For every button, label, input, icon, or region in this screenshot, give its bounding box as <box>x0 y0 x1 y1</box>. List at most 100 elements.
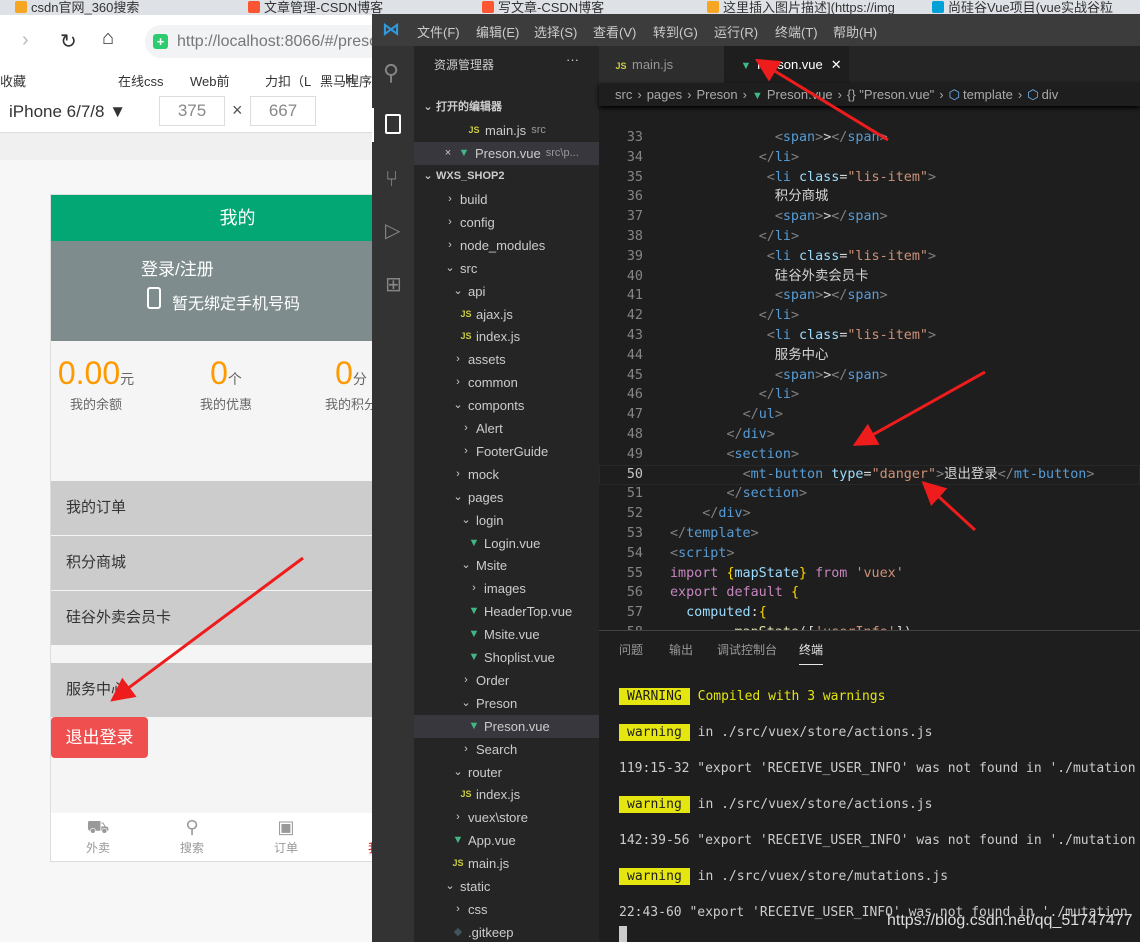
source-control-icon[interactable]: ⑂ <box>385 166 398 192</box>
browser-tab[interactable]: 尚硅谷Vue项目(vue实战谷粒 <box>932 0 1113 15</box>
panel-tab[interactable]: 终端 <box>799 641 824 665</box>
nav-item[interactable]: ⛟ 外卖 <box>68 817 128 856</box>
breadcrumb-item[interactable]: Preson.vue <box>767 87 833 102</box>
breadcrumb-item[interactable]: {} "Preson.vue" <box>847 87 934 102</box>
file-tree-item[interactable]: ▼ Login.vue <box>414 532 599 555</box>
file-tree-item[interactable]: ▼ App.vue <box>414 829 599 852</box>
breadcrumb-item[interactable]: pages <box>647 87 682 102</box>
menu-item[interactable]: 运行(R) <box>714 22 758 41</box>
code-line[interactable]: 46 </li> <box>599 385 1140 405</box>
code-line[interactable]: 38 </li> <box>599 227 1140 247</box>
file-tree-item[interactable]: › Order <box>414 669 599 692</box>
menu-item[interactable]: 选择(S) <box>534 22 577 41</box>
file-tree-item[interactable]: ▼ HeaderTop.vue <box>414 600 599 623</box>
code-line[interactable]: 34 </li> <box>599 148 1140 168</box>
close-icon[interactable]: ✕ <box>831 57 842 72</box>
browser-tab[interactable]: 写文章-CSDN博客 <box>482 0 604 15</box>
search-icon[interactable]: ⚲ <box>383 60 399 86</box>
code-line[interactable]: 42 </li> <box>599 306 1140 326</box>
file-tree-item[interactable]: ⌄ componts <box>414 394 599 417</box>
file-tree-item[interactable]: › node_modules <box>414 234 599 257</box>
bookmark-item[interactable]: 收藏 <box>0 71 26 90</box>
code-line[interactable]: 48 </div> <box>599 425 1140 445</box>
project-header[interactable]: ⌄ WXS_SHOP2 <box>414 165 599 188</box>
code-line[interactable]: 49 <section> <box>599 445 1140 465</box>
code-line[interactable]: 37 <span>></span> <box>599 207 1140 227</box>
forward-icon[interactable]: › <box>22 29 29 52</box>
file-tree-item[interactable]: › Alert <box>414 417 599 440</box>
browser-tab[interactable]: 文章管理-CSDN博客 <box>248 0 383 15</box>
menu-item[interactable]: 帮助(H) <box>833 22 877 41</box>
explorer-icon[interactable] <box>385 114 401 134</box>
profile-section[interactable]: 登录/注册 暂无绑定手机号码 <box>51 241 424 341</box>
file-tree-item[interactable]: › build <box>414 188 599 211</box>
menu-item[interactable]: 转到(G) <box>653 22 698 41</box>
open-editor-item[interactable]: JS main.js src <box>414 119 599 142</box>
breadcrumb-item[interactable]: template <box>963 87 1013 102</box>
file-tree-item[interactable]: ⌄ pages <box>414 486 599 509</box>
menu-list-item[interactable]: 我的订单 <box>51 481 424 535</box>
bookmark-item[interactable]: H <box>345 71 354 86</box>
menu-list-item[interactable]: 积分商城 <box>51 536 424 590</box>
code-line[interactable]: 55 import {mapState} from 'vuex' <box>599 564 1140 584</box>
code-line[interactable]: 54 <script> <box>599 544 1140 564</box>
breadcrumb-item[interactable]: Preson <box>696 87 737 102</box>
file-tree-item[interactable]: JS index.js <box>414 783 599 806</box>
file-tree-item[interactable]: › css <box>414 898 599 921</box>
close-icon[interactable]: × <box>440 142 456 165</box>
breadcrumb-item[interactable]: src <box>615 87 632 102</box>
code-line[interactable]: 39 <li class="lis-item"> <box>599 247 1140 267</box>
browser-tab[interactable]: 这里插入图片描述](https://img <box>707 0 895 15</box>
file-tree-item[interactable]: › assets <box>414 348 599 371</box>
code-line[interactable]: 56 export default { <box>599 583 1140 603</box>
panel-tab[interactable]: 问题 <box>619 641 643 658</box>
file-tree-item[interactable]: ⌄ Preson <box>414 692 599 715</box>
code-line[interactable]: 51 </section> <box>599 484 1140 504</box>
login-register-link[interactable]: 登录/注册 <box>141 255 214 280</box>
menu-list-item[interactable]: 服务中心 <box>51 663 424 717</box>
code-line[interactable]: 52 </div> <box>599 504 1140 524</box>
bookmark-item[interactable]: Web前 <box>190 71 230 90</box>
file-tree-item[interactable]: › common <box>414 371 599 394</box>
reload-icon[interactable]: ↻ <box>60 29 77 54</box>
bookmark-item[interactable]: 在线css <box>118 71 164 90</box>
code-line[interactable]: 33 <span>></span> <box>599 128 1140 148</box>
menu-item[interactable]: 终端(T) <box>775 22 818 41</box>
panel-tab[interactable]: 调试控制台 <box>717 641 777 658</box>
nav-item[interactable]: ▣ 订单 <box>256 817 316 856</box>
extensions-icon[interactable]: ⊞ <box>385 272 402 297</box>
code-line[interactable]: 53 </template> <box>599 524 1140 544</box>
code-line[interactable]: 40 硅谷外卖会员卡 <box>599 267 1140 287</box>
file-tree-item[interactable]: › FooterGuide <box>414 440 599 463</box>
code-line[interactable]: 45 <span>></span> <box>599 366 1140 386</box>
file-tree-item[interactable]: ▼ Preson.vue <box>414 714 599 738</box>
file-tree-item[interactable]: › Search <box>414 738 599 761</box>
code-editor[interactable]: 33 <span>></span> 34 </li> 35 <li class="l… <box>599 106 1140 630</box>
code-line[interactable]: 35 <li class="lis-item"> <box>599 168 1140 188</box>
file-tree-item[interactable]: › vuex\store <box>414 806 599 829</box>
file-tree-item[interactable]: ⌄ Msite <box>414 554 599 577</box>
file-tree-item[interactable]: › config <box>414 211 599 234</box>
bookmark-item[interactable]: 力扣（L <box>265 71 311 90</box>
menu-item[interactable]: 查看(V) <box>593 22 636 41</box>
file-tree-item[interactable]: ⌄ api <box>414 280 599 303</box>
nav-item[interactable]: ⚲ 搜索 <box>162 817 222 856</box>
open-editor-item[interactable]: × ▼ Preson.vue src\p... <box>414 142 599 165</box>
panel-tab[interactable]: 输出 <box>669 641 693 658</box>
file-tree-item[interactable]: ⌄ router <box>414 761 599 784</box>
code-line[interactable]: 36 积分商城 <box>599 187 1140 207</box>
file-tree-item[interactable]: ⌄ src <box>414 257 599 280</box>
editor-tab[interactable]: ▼ Preson.vue ✕ <box>724 46 849 83</box>
file-tree-item[interactable]: JS main.js <box>414 852 599 875</box>
breadcrumb-item[interactable]: div <box>1042 87 1059 102</box>
file-tree-item[interactable]: › images <box>414 577 599 600</box>
run-debug-icon[interactable]: ▷ <box>385 218 400 243</box>
menu-item[interactable]: 文件(F) <box>417 22 460 41</box>
file-tree-item[interactable]: JS index.js <box>414 325 599 348</box>
code-line[interactable]: 41 <span>></span> <box>599 286 1140 306</box>
code-line[interactable]: 57 computed:{ <box>599 603 1140 623</box>
logout-button[interactable]: 退出登录 <box>51 717 148 758</box>
home-icon[interactable]: ⌂ <box>102 27 114 50</box>
menu-list-item[interactable]: 硅谷外卖会员卡 <box>51 591 424 645</box>
code-line[interactable]: 50 <mt-button type="danger">退出登录</mt-but… <box>599 465 1140 485</box>
